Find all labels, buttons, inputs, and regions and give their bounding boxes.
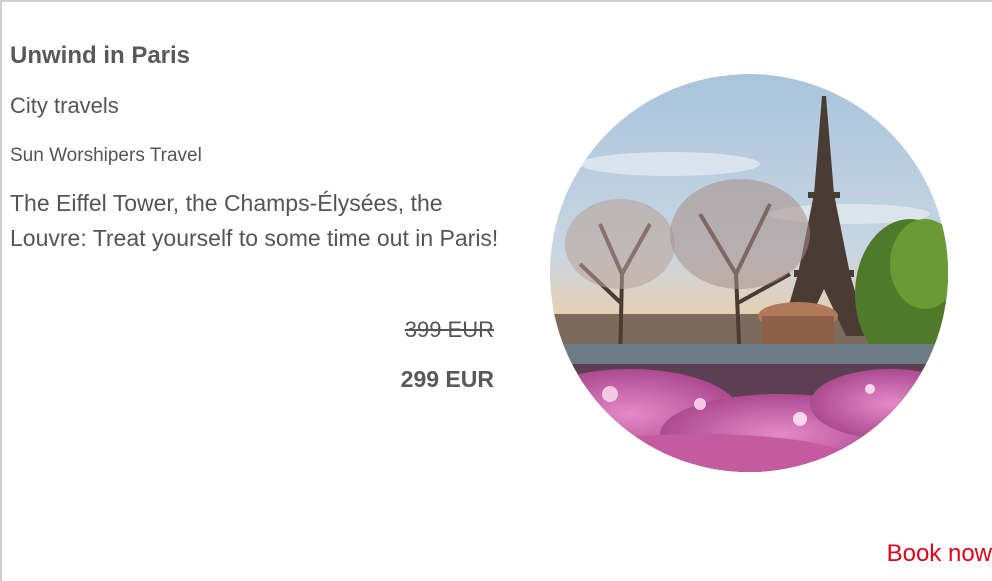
paris-eiffel-tower-image xyxy=(550,74,948,472)
offer-category: City travels xyxy=(10,93,119,118)
sale-price: 299 EUR xyxy=(400,366,494,392)
original-price: 399 EUR xyxy=(404,317,494,342)
offer-provider: Sun Worshipers Travel xyxy=(10,145,202,166)
offer-card: Unwind in Paris City travels Sun Worship… xyxy=(0,0,992,581)
offer-title: Unwind in Paris xyxy=(10,42,191,69)
book-now-link[interactable]: Book now xyxy=(887,540,992,568)
offer-description: The Eiffel Tower, the Champs-Élysées, th… xyxy=(10,190,499,251)
